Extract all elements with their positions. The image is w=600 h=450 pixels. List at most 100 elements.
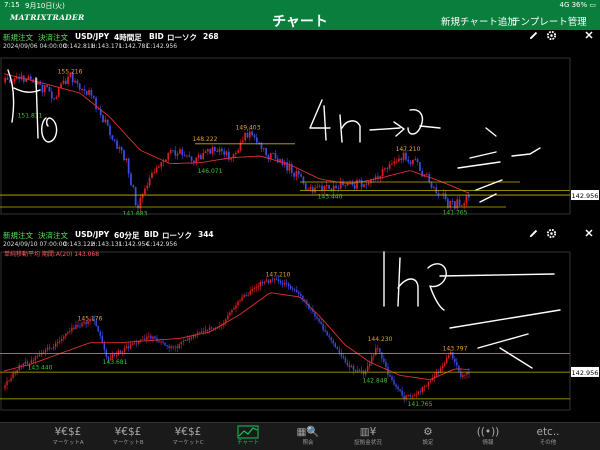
candle [409,393,411,400]
price-annotation: 155.216 [58,68,83,75]
candle [253,133,256,141]
candle [244,132,247,143]
candle [158,338,160,343]
bar-count[interactable]: 344 [198,230,214,239]
bid-ask-select[interactable]: BID [144,230,159,239]
candle [83,85,86,95]
hand-drawn-stroke [475,179,503,191]
bar-datetime: 2024/09/06 04:00:00 [3,43,67,50]
candle [162,158,165,167]
ohlc-info: 2024/09/06 04:00:00 O:142.811 H:143.171 … [0,42,600,51]
candle [79,322,81,329]
candle [53,98,55,101]
candle [456,357,458,369]
price-annotation: 142.848 [363,377,388,384]
price-annotation: 143.681 [103,359,128,366]
candle [120,146,123,154]
candle [211,145,214,157]
candle [237,148,240,154]
bar-count[interactable]: 268 [203,32,219,41]
candle [265,147,267,158]
candle [59,336,61,345]
template-manage-button[interactable]: テンプレート管理 [511,14,587,28]
candle [148,331,150,339]
candle [328,184,330,191]
candle [465,194,468,207]
candle [75,320,77,330]
candle [105,348,108,360]
tab-inquiry[interactable]: ▦🔍 照会 [278,425,338,450]
candle [24,357,26,366]
tab-label: マーケットB [112,440,144,446]
candle [316,314,318,321]
settings-icon: ⚙ [423,426,433,438]
tab-news[interactable]: ((•)) 情報 [458,425,518,450]
tab-currency[interactable]: ¥€$£ マーケットC [158,425,218,450]
candle [64,78,67,86]
candle [164,342,166,347]
candle [431,374,434,382]
candle [197,152,200,161]
margin-icon: ▥¥ [359,426,377,438]
candle [63,334,65,342]
add-chart-button[interactable]: 新規チャート追加 [441,14,517,28]
chart-icon [218,425,278,439]
candle [152,335,154,343]
tab-chart[interactable]: チャート [218,425,278,450]
candle [407,394,409,398]
price-annotation: 143.797 [443,346,468,353]
close-icon[interactable] [584,228,594,240]
candle [235,302,237,313]
candle [69,327,71,335]
candle [36,353,39,360]
candle [231,309,233,316]
candle [364,368,367,377]
candle [253,285,255,293]
app-header: MATRIXTRADER チャート 新規チャート追加 テンプレート管理 [0,10,600,30]
currency-icon: ¥€$£ [54,426,82,438]
candle [76,79,79,88]
tab-margin[interactable]: ▥¥ 証拠金状況 [338,425,398,450]
candle [194,333,197,339]
candle [241,136,244,145]
candle [4,75,7,85]
candle [464,373,466,380]
tab-currency[interactable]: ¥€$£ マーケットA [38,425,98,450]
candle [403,391,405,403]
candle [198,331,201,334]
candle [348,360,351,371]
currency-pair-select[interactable]: USD/JPY [75,32,109,41]
candlestick-chart-4h[interactable]: 155.216 151.811 148.222 149.403 146.071 147.2… [0,30,600,215]
candle [332,338,334,347]
candle [247,291,249,297]
candle [172,345,174,350]
candle [367,180,370,186]
candle [261,279,264,286]
candle [237,299,239,309]
high-value: H:143.171 [91,43,123,50]
candle [336,345,339,350]
candle [218,146,221,156]
candle [344,184,347,189]
candle [415,390,418,399]
tab-label: マーケットA [52,440,84,446]
candle [395,158,398,165]
candle [6,377,8,390]
close-icon[interactable] [584,30,594,42]
candle [429,379,432,384]
close-value: C:142.956 [146,241,178,248]
bid-ask-select[interactable]: BID [149,32,164,41]
status-time: 7:15 [4,1,20,9]
candle [214,145,216,156]
candle [371,353,373,367]
tab-more[interactable]: etc.. その他 [518,425,578,450]
candle [307,187,309,192]
candle [399,389,401,393]
candle [283,279,286,287]
tab-currency[interactable]: ¥€$£ マーケットB [98,425,158,450]
currency-pair-select[interactable]: USD/JPY [75,230,109,239]
tab-settings[interactable]: ⚙ 設定 [398,425,458,450]
candle [272,152,274,154]
candle [397,384,399,393]
price-annotation: 144.230 [368,336,393,343]
